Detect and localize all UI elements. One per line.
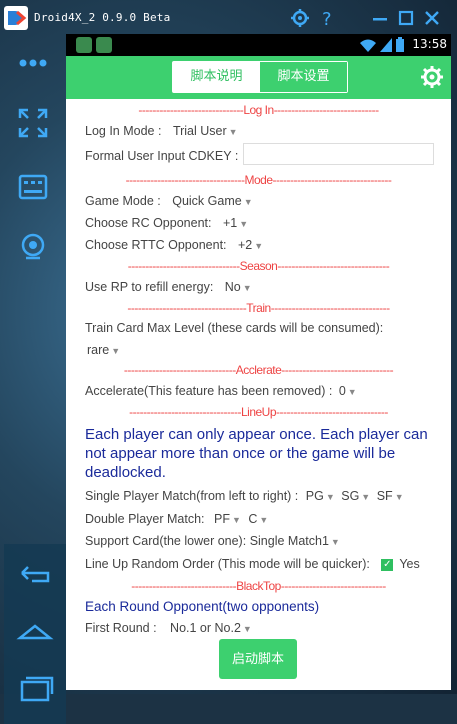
section-separator-mode: ----------------------------------Mode--…	[125, 173, 392, 187]
accelerate-dropdown[interactable]: 0 ▼	[339, 384, 357, 398]
home-icon[interactable]	[12, 608, 58, 654]
random-order-checkbox[interactable]: ✓	[381, 558, 394, 571]
refill-energy-dropdown[interactable]: No ▼	[225, 280, 252, 294]
close-icon[interactable]	[422, 8, 442, 28]
section-separator-season: --------------------------------Season--…	[127, 259, 390, 273]
double-match-row: Double Player Match: PF ▼ C ▼	[85, 512, 268, 526]
single-match-row: Single Player Match(from left to right) …	[85, 489, 404, 503]
single-match-pos2-dropdown[interactable]: SG ▼	[341, 489, 370, 503]
section-separator-train: ----------------------------------Train-…	[127, 301, 390, 315]
camera-icon[interactable]	[10, 224, 56, 270]
game-mode-row: Game Mode : Quick Game ▼	[85, 194, 253, 208]
train-card-dropdown[interactable]: rare ▼	[85, 343, 120, 357]
minimize-icon[interactable]	[370, 8, 390, 28]
rc-opponent-label: Choose RC Opponent:	[85, 216, 212, 230]
section-separator-blacktop: ------------------------------BlackTop--…	[131, 579, 386, 593]
support-card-row: Support Card(the lower one): Single Matc…	[85, 534, 340, 548]
rttc-opponent-dropdown[interactable]: +2 ▼	[238, 238, 263, 252]
login-mode-dropdown[interactable]: Trial User ▼	[173, 124, 238, 138]
first-round-dropdown[interactable]: No.1 or No.2 ▼	[170, 621, 252, 635]
battery-icon	[396, 37, 404, 52]
navigation-panel	[4, 544, 66, 724]
app-notification-icon	[76, 37, 92, 53]
double-match-pos1-dropdown[interactable]: PF ▼	[214, 512, 241, 526]
rc-opponent-dropdown[interactable]: +1 ▼	[223, 216, 248, 230]
android-screen: 13:58 脚本说明 脚本设置 ------------------------…	[66, 34, 451, 690]
blacktop-heading: Each Round Opponent(two opponents)	[85, 599, 320, 614]
gear-icon[interactable]	[290, 8, 310, 28]
refill-energy-label: Use RP to refill energy:	[85, 280, 214, 294]
first-round-row: First Round : No.1 or No.2 ▼	[85, 621, 252, 635]
section-separator-accelerate: --------------------------------Acclerat…	[123, 363, 394, 377]
window-title: Droid4X_2 0.9.0 Beta	[34, 11, 171, 24]
random-order-row: Line Up Random Order (This mode will be …	[85, 557, 420, 571]
fullscreen-icon[interactable]	[10, 100, 56, 146]
cdkey-label: Formal User Input CDKEY :	[85, 149, 239, 163]
section-separator-login: ------------------------------Log In----…	[138, 103, 379, 117]
random-order-label: Line Up Random Order (This mode will be …	[85, 557, 370, 571]
svg-text:?: ?	[322, 9, 332, 28]
rttc-opponent-label: Choose RTTC Opponent:	[85, 238, 227, 252]
lineup-notice: Each player can only appear once. Each p…	[85, 426, 428, 481]
first-round-label: First Round :	[85, 621, 157, 635]
tab-script-settings[interactable]: 脚本设置	[260, 62, 347, 92]
double-match-pos2-dropdown[interactable]: C ▼	[248, 512, 268, 526]
settings-gear-icon[interactable]	[421, 66, 443, 88]
login-mode-row: Log In Mode : Trial User ▼	[85, 124, 238, 138]
single-match-pos3-dropdown[interactable]: SF ▼	[377, 489, 404, 503]
section-separator-lineup: --------------------------------LineUp--…	[129, 405, 388, 419]
app-notification-icon	[96, 37, 112, 53]
rttc-opponent-row: Choose RTTC Opponent: +2 ▼	[85, 238, 263, 252]
clock: 13:58	[412, 37, 447, 51]
signal-icon	[380, 38, 392, 52]
double-match-label: Double Player Match:	[85, 512, 205, 526]
cdkey-input[interactable]	[243, 143, 434, 165]
settings-form: ------------------------------Log In----…	[66, 99, 451, 690]
single-match-label: Single Player Match(from left to right) …	[85, 489, 299, 503]
tab-script-description[interactable]: 脚本说明	[173, 62, 260, 92]
maximize-icon[interactable]	[396, 8, 416, 28]
single-match-pos1-dropdown[interactable]: PG ▼	[306, 489, 335, 503]
start-script-button[interactable]: 启动脚本	[219, 639, 297, 679]
game-mode-label: Game Mode :	[85, 194, 161, 208]
random-order-value: Yes	[399, 557, 420, 571]
rc-opponent-row: Choose RC Opponent: +1 ▼	[85, 216, 248, 230]
refill-energy-row: Use RP to refill energy: No ▼	[85, 280, 252, 294]
app-header: 脚本说明 脚本设置	[66, 56, 451, 99]
emulator-sidebar	[0, 36, 66, 724]
support-card-label: Support Card(the lower one):	[85, 534, 247, 548]
tab-switch: 脚本说明 脚本设置	[172, 61, 348, 93]
accelerate-label: Accelerate(This feature has been removed…	[85, 384, 333, 398]
game-mode-dropdown[interactable]: Quick Game ▼	[172, 194, 252, 208]
more-options-icon[interactable]	[10, 40, 56, 86]
droid4x-logo-icon	[4, 6, 28, 30]
train-card-label: Train Card Max Level (these cards will b…	[85, 321, 384, 335]
back-icon[interactable]	[12, 550, 58, 596]
window-titlebar: Droid4X_2 0.9.0 Beta ?	[0, 0, 457, 36]
accelerate-row: Accelerate(This feature has been removed…	[85, 384, 357, 398]
status-bar: 13:58	[66, 34, 451, 56]
help-icon[interactable]: ?	[318, 8, 338, 28]
support-card-dropdown[interactable]: Single Match1 ▼	[250, 534, 340, 548]
keyboard-icon[interactable]	[10, 164, 56, 210]
recent-apps-icon[interactable]	[12, 666, 58, 712]
wifi-icon	[360, 39, 376, 52]
login-mode-label: Log In Mode :	[85, 124, 162, 138]
